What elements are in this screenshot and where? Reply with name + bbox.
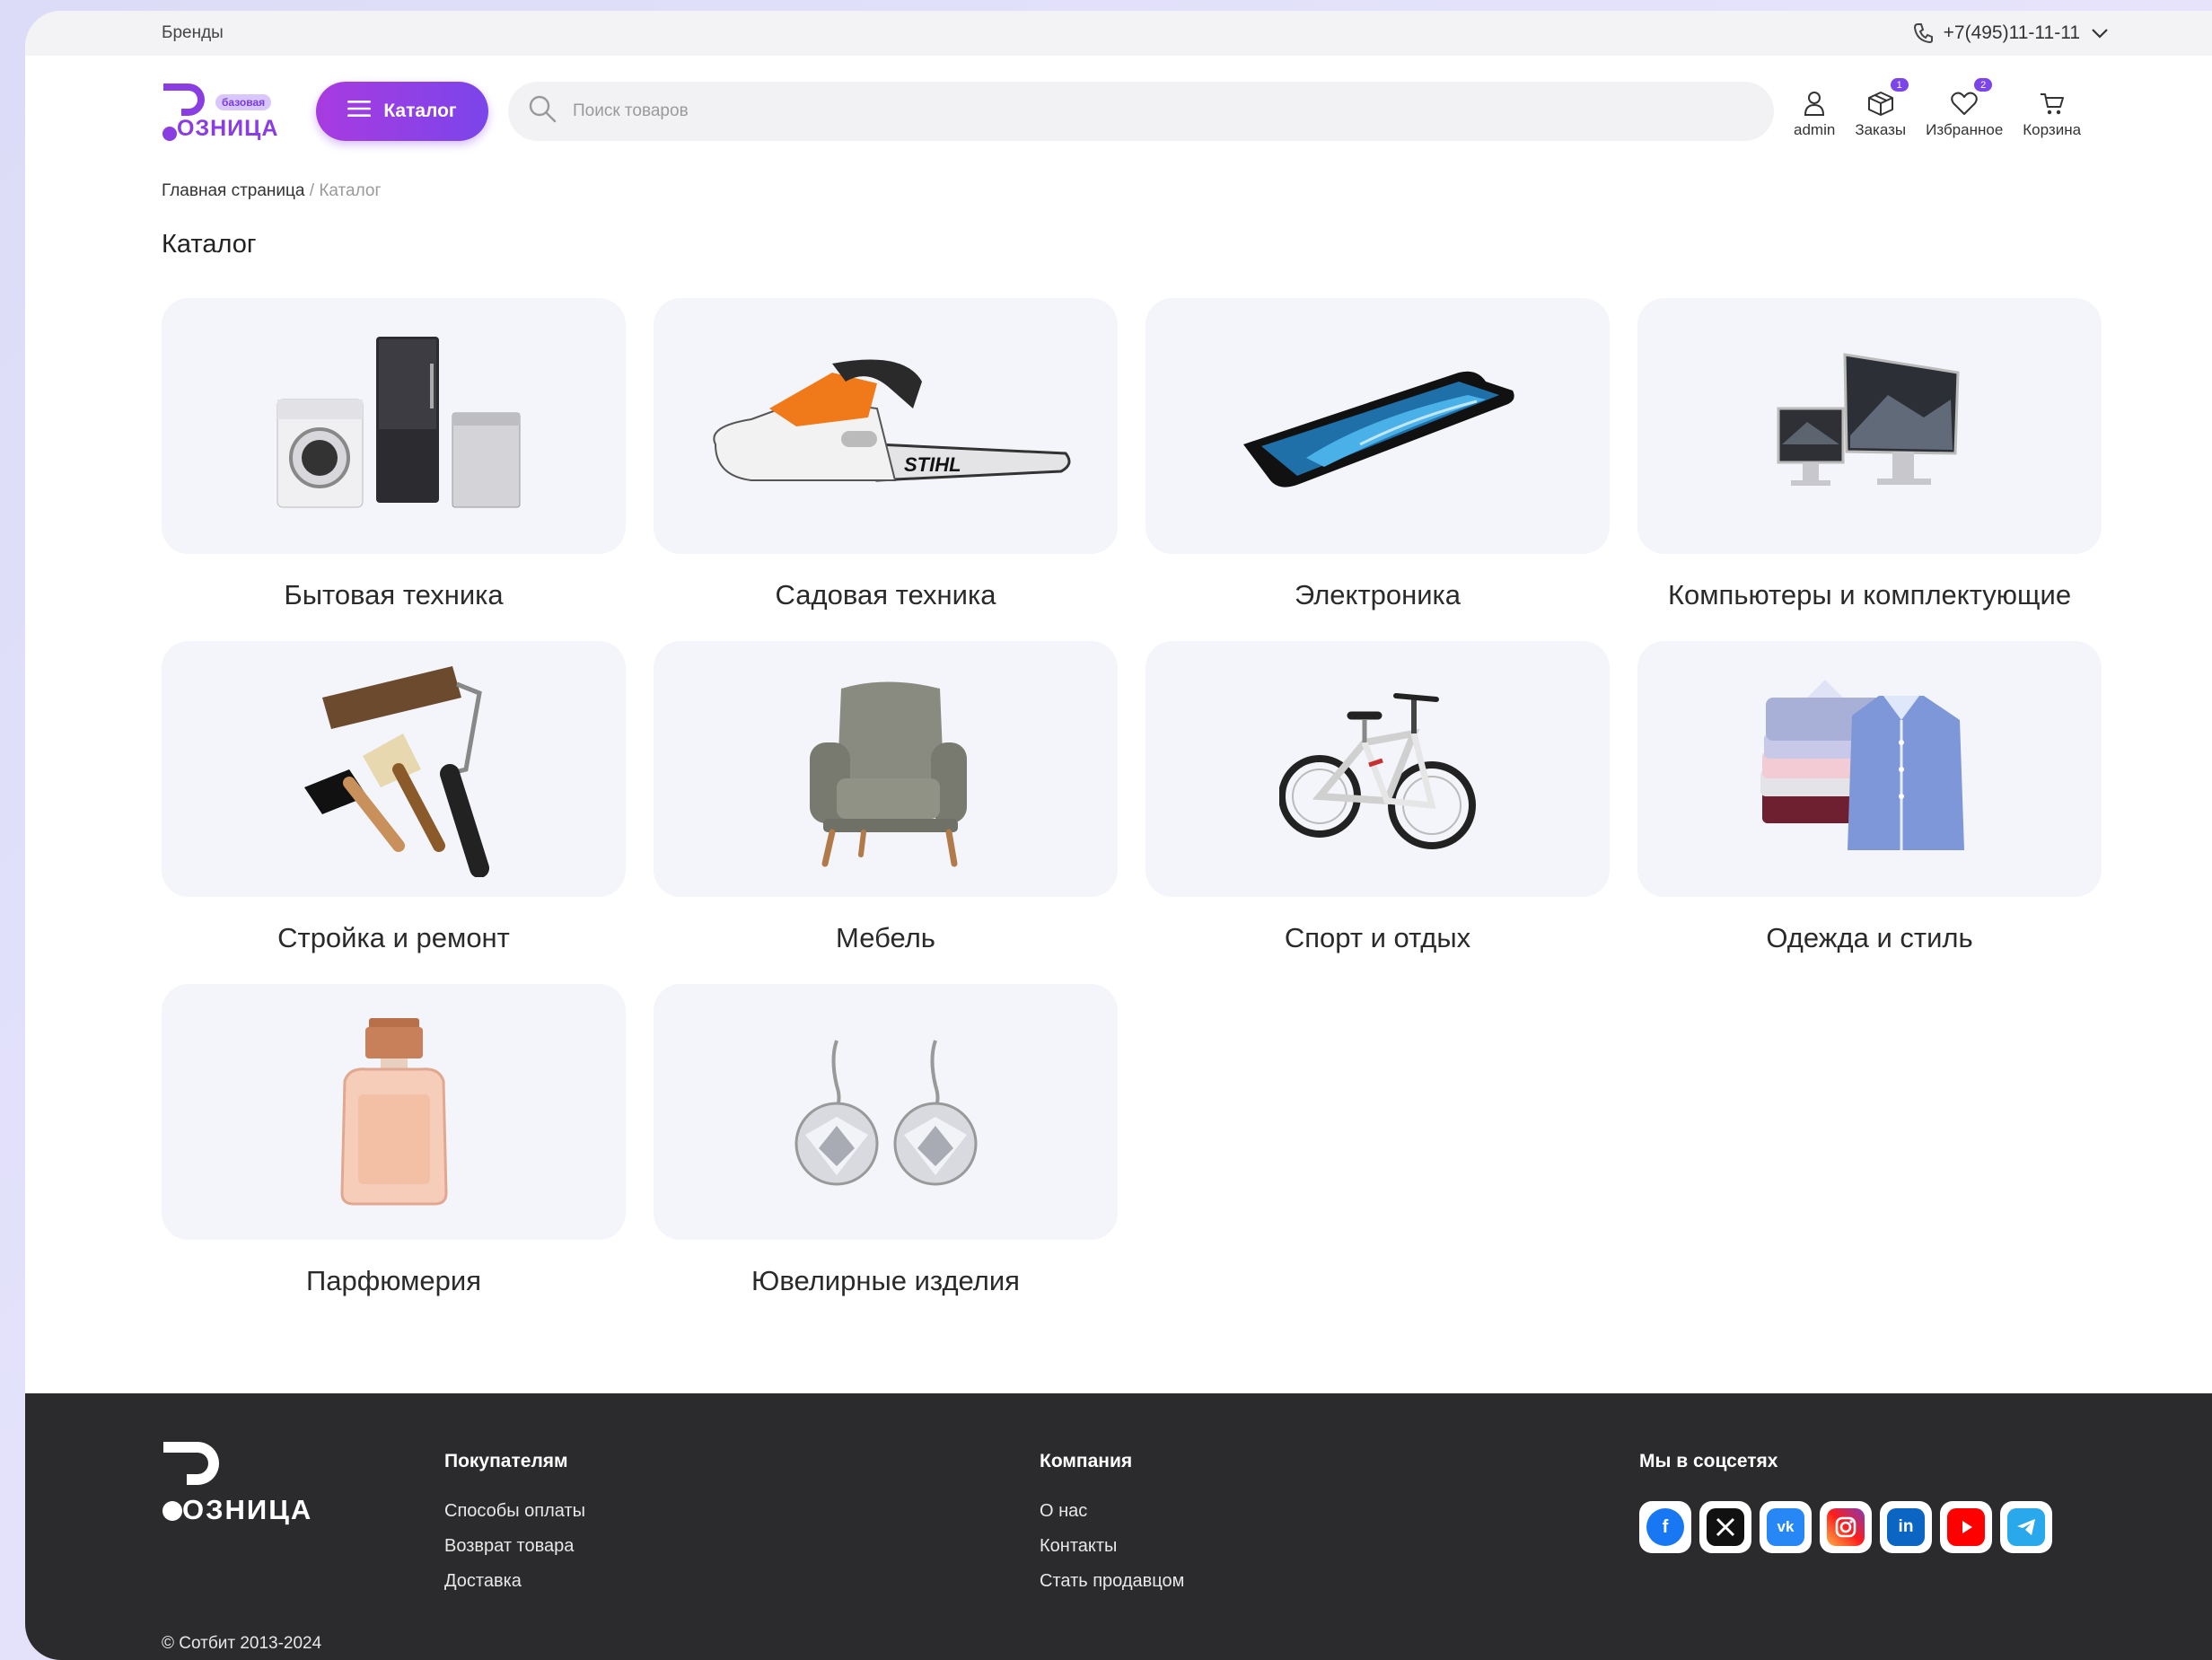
cart-icon bbox=[2040, 93, 2064, 115]
category-label: Компьютеры и комплектующие bbox=[1667, 579, 2072, 610]
category-label: Садовая техника bbox=[775, 579, 996, 610]
category-label: Спорт и отдых bbox=[1284, 922, 1471, 953]
category-label: Ювелирные изделия bbox=[751, 1265, 1020, 1296]
orders-label: Заказы bbox=[1855, 121, 1907, 138]
bicycle-image bbox=[1146, 641, 1610, 897]
header: базовая ОЗНИЦА Каталог admin bbox=[25, 56, 2212, 167]
footer-link-become-seller[interactable]: Стать продавцом bbox=[1040, 1571, 1184, 1592]
category-label: Парфюмерия bbox=[305, 1265, 482, 1296]
phone-number: +7(495)11-11-11 bbox=[1943, 22, 2080, 43]
search-input[interactable] bbox=[573, 101, 1650, 121]
category-card[interactable]: Ювелирные изделия bbox=[654, 984, 1118, 1298]
page-title: Каталог bbox=[162, 230, 257, 259]
x-icon[interactable] bbox=[1699, 1501, 1751, 1553]
search-icon bbox=[528, 94, 557, 128]
footer-link-contacts[interactable]: Контакты bbox=[1040, 1536, 1184, 1557]
category-card[interactable]: Парфюмерия bbox=[162, 984, 626, 1298]
cart-label: Корзина bbox=[2023, 121, 2082, 138]
youtube-icon[interactable] bbox=[1940, 1501, 1992, 1553]
orders-count-badge: 1 bbox=[1890, 78, 1909, 92]
footer-link-delivery[interactable]: Доставка bbox=[444, 1571, 585, 1592]
breadcrumb-separator: / bbox=[309, 181, 315, 200]
footer-link-about[interactable]: О нас bbox=[1040, 1501, 1184, 1522]
logo-badge: базовая bbox=[215, 94, 272, 110]
category-label: Мебель bbox=[836, 922, 935, 953]
catalog-button[interactable]: Каталог bbox=[316, 82, 488, 141]
category-card[interactable]: STIHL Садовая техника bbox=[654, 298, 1118, 612]
footer-buyers-column: Покупателям Способы оплаты Возврат товар… bbox=[444, 1451, 585, 1606]
linkedin-icon[interactable]: in bbox=[1880, 1501, 1932, 1553]
browser-window: Бренды +7(495)11-11-11 базовая ОЗНИЦА Ка… bbox=[25, 11, 2212, 1660]
phone-selector[interactable]: +7(495)11-11-11 bbox=[1913, 22, 2109, 44]
smartphone-image bbox=[1146, 298, 1610, 554]
svg-text:STIHL: STIHL bbox=[904, 453, 961, 476]
breadcrumb: Главная страница / Каталог bbox=[25, 167, 2212, 201]
category-card[interactable]: Электроника bbox=[1146, 298, 1610, 612]
category-label: Стройка и ремонт bbox=[277, 922, 510, 953]
facebook-icon[interactable]: f bbox=[1639, 1501, 1691, 1553]
category-card[interactable]: Компьютеры и комплектующие bbox=[1637, 298, 2102, 612]
perfume-image bbox=[162, 984, 626, 1240]
footer-company-column: Компания О нас Контакты Стать продавцом bbox=[1040, 1451, 1184, 1606]
logo-word: ОЗНИЦА bbox=[177, 116, 279, 141]
copyright: © Сотбит 2013-2024 bbox=[162, 1634, 322, 1653]
footer-buyers-title: Покупателям bbox=[444, 1451, 568, 1471]
telegram-icon[interactable] bbox=[2000, 1501, 2052, 1553]
footer-logo-word: ОЗНИЦА bbox=[182, 1494, 313, 1525]
paint-tools-image bbox=[162, 641, 626, 897]
monitors-image bbox=[1637, 298, 2102, 554]
menu-icon bbox=[347, 100, 372, 123]
footer-logo[interactable]: ОЗНИЦА bbox=[162, 1440, 311, 1530]
chevron-down-icon bbox=[2091, 28, 2109, 39]
header-actions: admin 1 Заказы 2 Избранное Корзина bbox=[1794, 78, 2081, 139]
armchair-image bbox=[654, 641, 1118, 897]
top-bar: Бренды +7(495)11-11-11 bbox=[25, 11, 2212, 56]
category-card[interactable]: Мебель bbox=[654, 641, 1118, 955]
category-grid: Бытовая техника STIHL Садовая техника Эл… bbox=[162, 298, 2102, 1298]
category-card[interactable]: Спорт и отдых bbox=[1146, 641, 1610, 955]
category-label: Бытовая техника bbox=[284, 579, 504, 610]
chainsaw-image: STIHL bbox=[654, 298, 1118, 554]
favorites-label: Избранное bbox=[1926, 121, 2004, 138]
footer: ОЗНИЦА Покупателям Способы оплаты Возвра… bbox=[25, 1393, 2212, 1660]
breadcrumb-home[interactable]: Главная страница bbox=[162, 181, 305, 200]
appliances-image bbox=[162, 298, 626, 554]
footer-company-title: Компания bbox=[1040, 1451, 1133, 1471]
category-label: Одежда и стиль bbox=[1766, 922, 1973, 953]
category-card[interactable]: Стройка и ремонт bbox=[162, 641, 626, 955]
category-label: Электроника bbox=[1294, 579, 1462, 610]
footer-social-column: Мы в соцсетях f vk in bbox=[1639, 1451, 2052, 1553]
favorites-button[interactable]: 2 Избранное bbox=[1926, 78, 2004, 139]
vk-icon[interactable]: vk bbox=[1760, 1501, 1812, 1553]
account-button[interactable]: admin bbox=[1794, 83, 1835, 139]
brands-link[interactable]: Бренды bbox=[162, 23, 224, 43]
shirts-image bbox=[1637, 641, 2102, 897]
favorites-count-badge: 2 bbox=[1974, 78, 1993, 92]
catalog-button-label: Каталог bbox=[383, 101, 457, 121]
site-logo[interactable]: базовая ОЗНИЦА bbox=[162, 80, 277, 143]
category-card[interactable]: Бытовая техника bbox=[162, 298, 626, 612]
breadcrumb-current: Каталог bbox=[319, 181, 382, 200]
orders-button[interactable]: 1 Заказы bbox=[1855, 78, 1909, 139]
search-bar[interactable] bbox=[508, 82, 1774, 141]
user-icon bbox=[1804, 92, 1825, 116]
heart-icon bbox=[1951, 92, 1978, 115]
footer-social-title: Мы в соцсетях bbox=[1639, 1451, 1778, 1471]
earrings-image bbox=[654, 984, 1118, 1240]
account-label: admin bbox=[1794, 121, 1836, 138]
cart-button[interactable]: Корзина bbox=[2023, 83, 2081, 139]
footer-link-payment[interactable]: Способы оплаты bbox=[444, 1501, 585, 1522]
social-links: f vk in bbox=[1639, 1501, 2052, 1553]
box-icon bbox=[1867, 92, 1893, 116]
category-card[interactable]: Одежда и стиль bbox=[1637, 641, 2102, 955]
instagram-icon[interactable] bbox=[1820, 1501, 1872, 1553]
phone-icon bbox=[1913, 22, 1933, 44]
footer-link-returns[interactable]: Возврат товара bbox=[444, 1536, 585, 1557]
